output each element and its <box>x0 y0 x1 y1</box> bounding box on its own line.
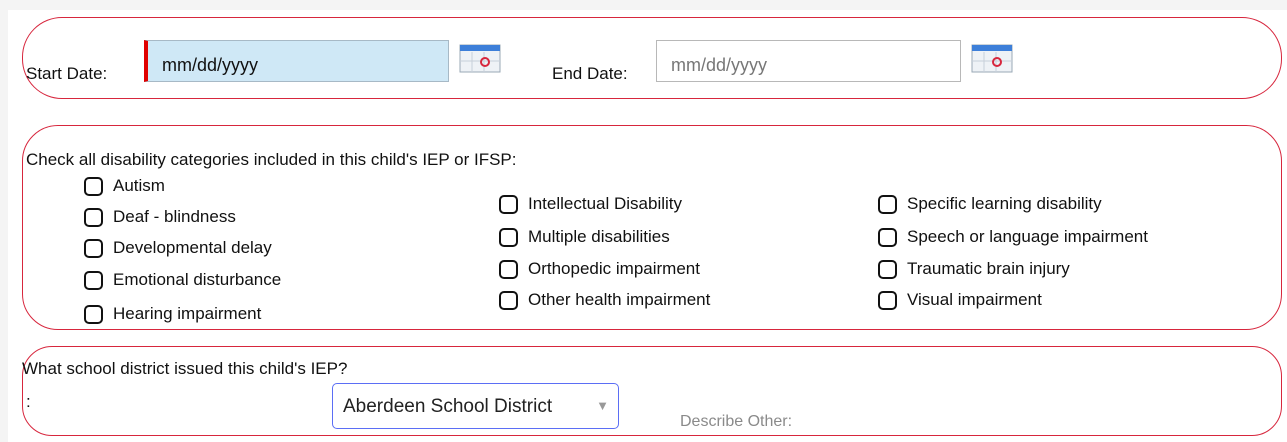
checkbox-box[interactable] <box>84 270 103 290</box>
checkbox-box[interactable] <box>878 227 897 247</box>
page-top-band <box>0 0 1287 10</box>
calendar-icon[interactable] <box>458 42 502 74</box>
checkbox-label: Traumatic brain injury <box>907 259 1070 278</box>
checkbox-other-health-impairment[interactable]: Other health impairment <box>499 290 710 310</box>
district-colon: : <box>26 392 31 411</box>
checkbox-label: Multiple disabilities <box>528 227 670 246</box>
checkbox-label: Intellectual Disability <box>528 194 683 213</box>
checkbox-label: Emotional disturbance <box>113 270 282 289</box>
checkbox-box[interactable] <box>878 259 897 279</box>
describe-other-label: Describe Other: <box>680 413 793 430</box>
checkbox-label: Specific learning disability <box>907 194 1102 213</box>
checkbox-label: Visual impairment <box>907 290 1042 309</box>
checkbox-deaf-blindness[interactable]: Deaf - blindness <box>84 207 236 227</box>
checkbox-box[interactable] <box>84 304 103 324</box>
checkbox-emotional-disturbance[interactable]: Emotional disturbance <box>84 270 281 290</box>
checkbox-box[interactable] <box>84 238 103 258</box>
checkbox-visual-impairment[interactable]: Visual impairment <box>878 290 1042 310</box>
checkbox-label: Deaf - blindness <box>113 207 236 226</box>
checkbox-multiple-disabilities[interactable]: Multiple disabilities <box>499 227 670 247</box>
checkbox-label: Hearing impairment <box>113 304 262 323</box>
checkbox-intellectual-disability[interactable]: Intellectual Disability <box>499 194 682 214</box>
checkbox-box[interactable] <box>878 194 897 214</box>
checkbox-box[interactable] <box>499 290 518 310</box>
checkbox-label: Other health impairment <box>528 290 711 309</box>
checkbox-label: Developmental delay <box>113 238 272 257</box>
checkbox-developmental-delay[interactable]: Developmental delay <box>84 238 272 258</box>
chevron-down-icon: ▼ <box>596 398 609 413</box>
checkbox-box[interactable] <box>84 207 103 227</box>
checkbox-autism[interactable]: Autism <box>84 176 165 196</box>
checkbox-label: Speech or language impairment <box>907 227 1148 246</box>
disabilities-prompt: Check all disability categories included… <box>26 150 517 169</box>
checkbox-speech-language-impairment[interactable]: Speech or language impairment <box>878 227 1148 247</box>
checkbox-specific-learning-disability[interactable]: Specific learning disability <box>878 194 1102 214</box>
calendar-icon[interactable] <box>970 42 1014 74</box>
district-select[interactable]: Aberdeen School District ▼ <box>332 383 619 429</box>
checkbox-orthopedic-impairment[interactable]: Orthopedic impairment <box>499 259 700 279</box>
page-left-band <box>0 0 8 442</box>
district-selected-value: Aberdeen School District <box>343 396 553 417</box>
end-date-input[interactable] <box>656 40 961 82</box>
checkbox-box[interactable] <box>878 290 897 310</box>
checkbox-box[interactable] <box>499 259 518 279</box>
checkbox-label: Autism <box>113 176 165 195</box>
start-date-label: Start Date: <box>26 64 108 83</box>
checkbox-label: Orthopedic impairment <box>528 259 700 278</box>
checkbox-hearing-impairment[interactable]: Hearing impairment <box>84 304 261 324</box>
checkbox-traumatic-brain-injury[interactable]: Traumatic brain injury <box>878 259 1070 279</box>
end-date-label: End Date: <box>552 64 628 83</box>
start-date-input[interactable] <box>144 40 449 82</box>
district-question: What school district issued this child's… <box>22 359 348 378</box>
checkbox-box[interactable] <box>499 227 518 247</box>
checkbox-box[interactable] <box>84 176 103 196</box>
checkbox-box[interactable] <box>499 194 518 214</box>
